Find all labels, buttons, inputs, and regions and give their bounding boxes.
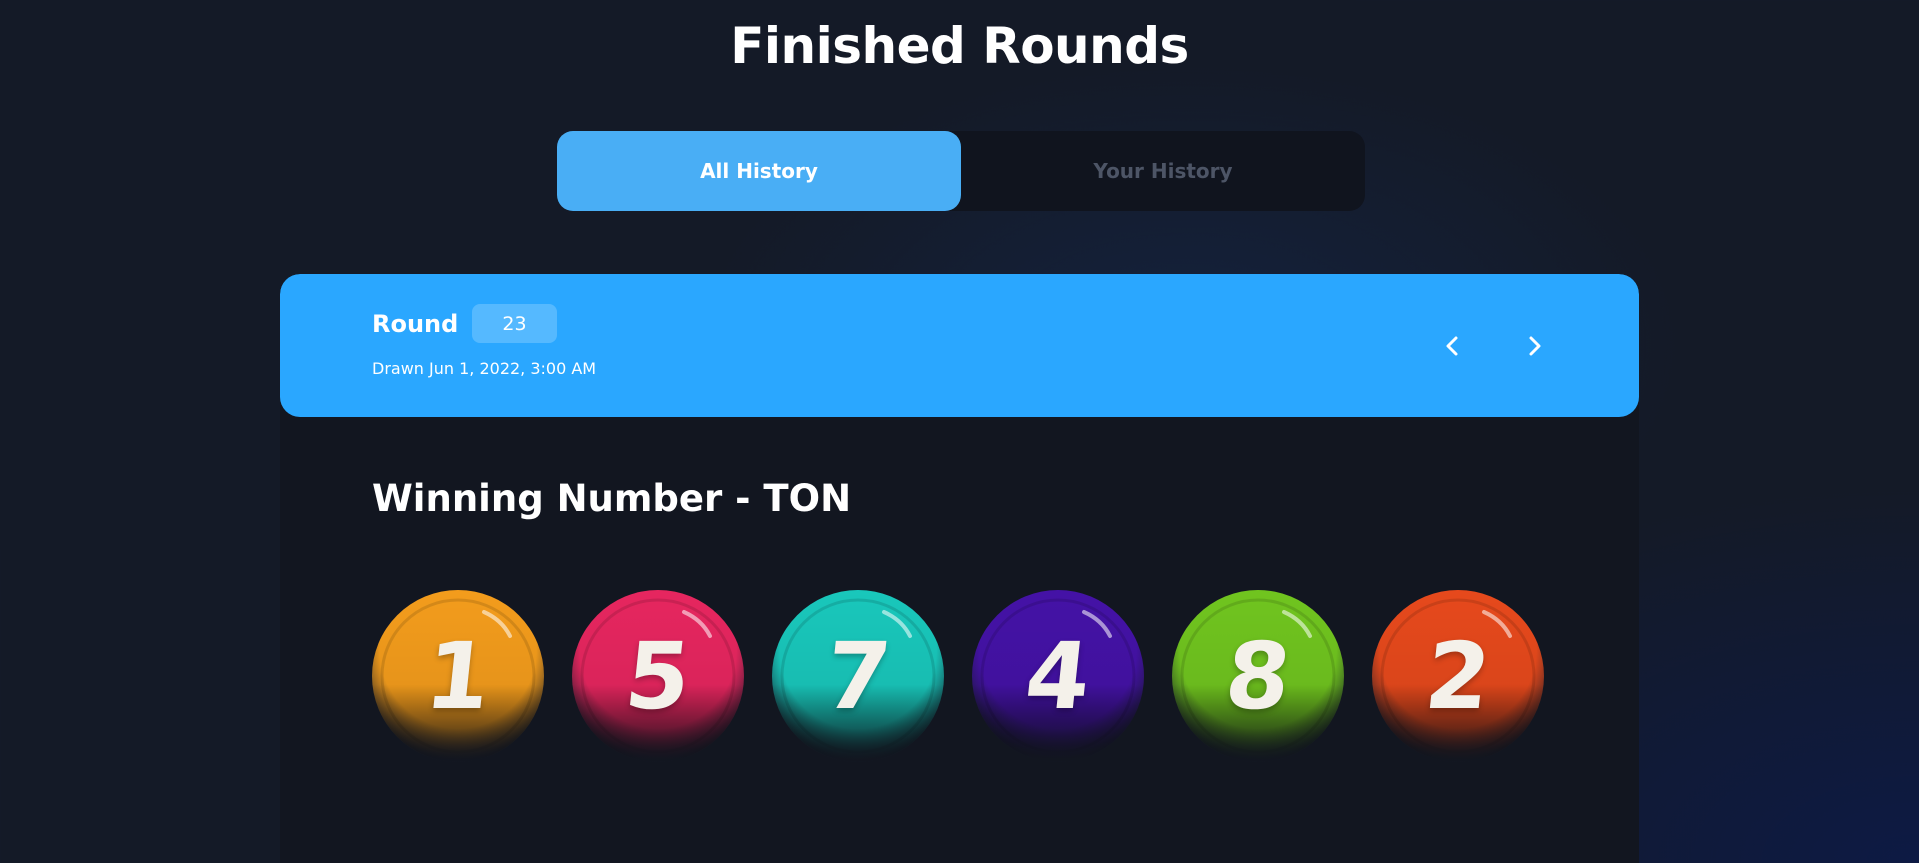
winning-balls: 1 5 7 4 8 2 bbox=[372, 590, 1552, 770]
round-number-badge[interactable]: 23 bbox=[472, 304, 557, 343]
lottery-ball: 1 bbox=[372, 590, 544, 762]
lottery-ball: 7 bbox=[772, 590, 944, 762]
chevron-right-icon bbox=[1529, 336, 1541, 356]
ball-number: 2 bbox=[1420, 622, 1496, 730]
ball-number: 5 bbox=[620, 622, 696, 730]
tab-all-history[interactable]: All History bbox=[557, 131, 961, 211]
round-header: Round 23 Drawn Jun 1, 2022, 3:00 AM bbox=[280, 274, 1639, 417]
round-label: Round bbox=[372, 310, 459, 338]
next-round-button[interactable] bbox=[1512, 324, 1556, 368]
lottery-ball: 5 bbox=[572, 590, 744, 762]
lottery-ball: 4 bbox=[972, 590, 1144, 762]
page-title: Finished Rounds bbox=[730, 17, 1189, 75]
round-card: Round 23 Drawn Jun 1, 2022, 3:00 AM Winn… bbox=[280, 274, 1639, 863]
lottery-ball: 8 bbox=[1172, 590, 1344, 762]
winning-number-title: Winning Number - TON bbox=[372, 477, 852, 520]
lottery-ball: 2 bbox=[1372, 590, 1544, 762]
history-tabs: All History Your History bbox=[557, 131, 1365, 211]
tab-your-history[interactable]: Your History bbox=[961, 131, 1365, 211]
ball-number: 4 bbox=[1020, 622, 1096, 730]
ball-number: 1 bbox=[420, 622, 496, 730]
drawn-date: Drawn Jun 1, 2022, 3:00 AM bbox=[372, 359, 597, 378]
ball-number: 8 bbox=[1220, 622, 1296, 730]
chevron-left-icon bbox=[1446, 336, 1458, 356]
ball-number: 7 bbox=[820, 622, 896, 730]
previous-round-button[interactable] bbox=[1431, 324, 1475, 368]
